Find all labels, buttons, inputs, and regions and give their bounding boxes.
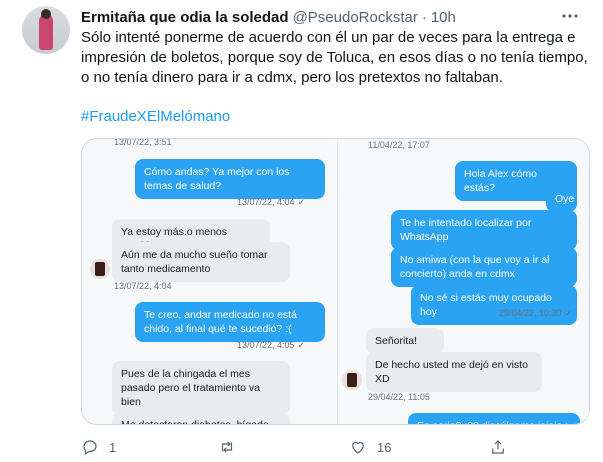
like-count: 16 — [377, 439, 392, 455]
chat-timestamp: 13/07/22, 4:04 ✓ — [237, 197, 305, 208]
avatar-head — [41, 9, 51, 19]
hashtag-link[interactable]: #FraudeXElMelómano — [81, 108, 230, 125]
chat-bubble-sent: En serio? :00 discúlpame jajaja :( — [408, 413, 580, 424]
avatar-figure — [39, 14, 53, 50]
chat-timestamp-text: 13/07/22, 4:04 — [237, 197, 295, 207]
chat-timestamp: 13/07/22, 4:04 — [114, 281, 172, 291]
tweet-time[interactable]: 10h — [431, 9, 456, 26]
author-name[interactable]: Ermitaña que odia la soledad — [81, 9, 289, 26]
like-action[interactable]: 16 — [349, 437, 391, 457]
heart-icon[interactable] — [349, 438, 367, 456]
chat-bubble-received: Pues de la chingada el mes pasado pero e… — [112, 361, 290, 415]
chat-timestamp: 13/07/22, 3:51 — [114, 139, 172, 147]
chat-timestamp: 13/07/22, 4:05 ✓ — [237, 340, 305, 351]
author-avatar[interactable] — [22, 6, 70, 54]
chat-bubble-sent: Te he intentado localizar por WhatsApp — [391, 210, 577, 250]
separator-dot: · — [421, 8, 427, 26]
author-handle[interactable]: @PseudoRockstar — [293, 9, 418, 26]
chat-bubble-received: Señorita! — [366, 328, 444, 354]
reply-icon[interactable] — [81, 438, 99, 456]
tweet-media[interactable]: 13/07/22, 3:51 Cómo andas? Ya mejor con … — [81, 138, 590, 425]
contact-avatar — [90, 259, 110, 279]
reply-action[interactable]: 1 — [81, 437, 116, 457]
retweet-icon[interactable] — [218, 438, 236, 456]
chat-timestamp-text: 13/07/22, 4:05 — [237, 340, 295, 350]
retweet-action[interactable] — [218, 437, 246, 457]
read-check-icon: ✓ — [297, 340, 306, 350]
chat-screenshot-right: 11/04/22, 17:07 Hola Alex cómo estás? Oy… — [337, 139, 589, 424]
chat-timestamp: 29/04/22, 11:05 — [368, 392, 430, 402]
chat-timestamp: 29/04/22, 10:30 ✓ — [499, 308, 572, 319]
chat-timestamp: 11/04/22, 17:07 — [368, 140, 430, 150]
chat-bubble-sent: Oye — [546, 186, 577, 212]
reply-count: 1 — [109, 439, 117, 455]
tweet[interactable]: Ermitaña que odia la soledad @PseudoRock… — [0, 0, 603, 462]
read-check-icon: ✓ — [297, 197, 306, 207]
chat-screenshot-left: 13/07/22, 3:51 Cómo andas? Ya mejor con … — [82, 139, 335, 424]
chat-bubble-sent: Cómo andas? Ya mejor con los temas de sa… — [135, 159, 325, 199]
read-check-icon: ✓ — [564, 308, 573, 318]
contact-avatar — [342, 370, 362, 390]
more-dots-icon[interactable] — [559, 7, 581, 25]
chat-bubble-received: De hecho usted me dejó en visto XD — [366, 352, 542, 392]
tweet-text: Sólo intenté ponerme de acuerdo con él u… — [81, 29, 588, 86]
chat-bubble-sent: No sé si estás muy ocupado hoy — [411, 285, 577, 325]
chat-bubble-sent: Te creo, andar medicado no está chido, a… — [135, 302, 325, 342]
chat-bubble-received: Me detectaron diabetes, hígado — [112, 412, 290, 424]
chat-bubble-received: Aún me da mucho sueño tomar tanto medica… — [112, 242, 290, 282]
share-action[interactable] — [489, 437, 507, 457]
share-icon[interactable] — [489, 438, 507, 456]
chat-bubble-sent: No amiwa (con la que voy a ir al concier… — [391, 247, 577, 287]
chat-timestamp-text: 29/04/22, 10:30 — [499, 308, 562, 318]
tweet-header: Ermitaña que odia la soledad @PseudoRock… — [81, 7, 456, 27]
